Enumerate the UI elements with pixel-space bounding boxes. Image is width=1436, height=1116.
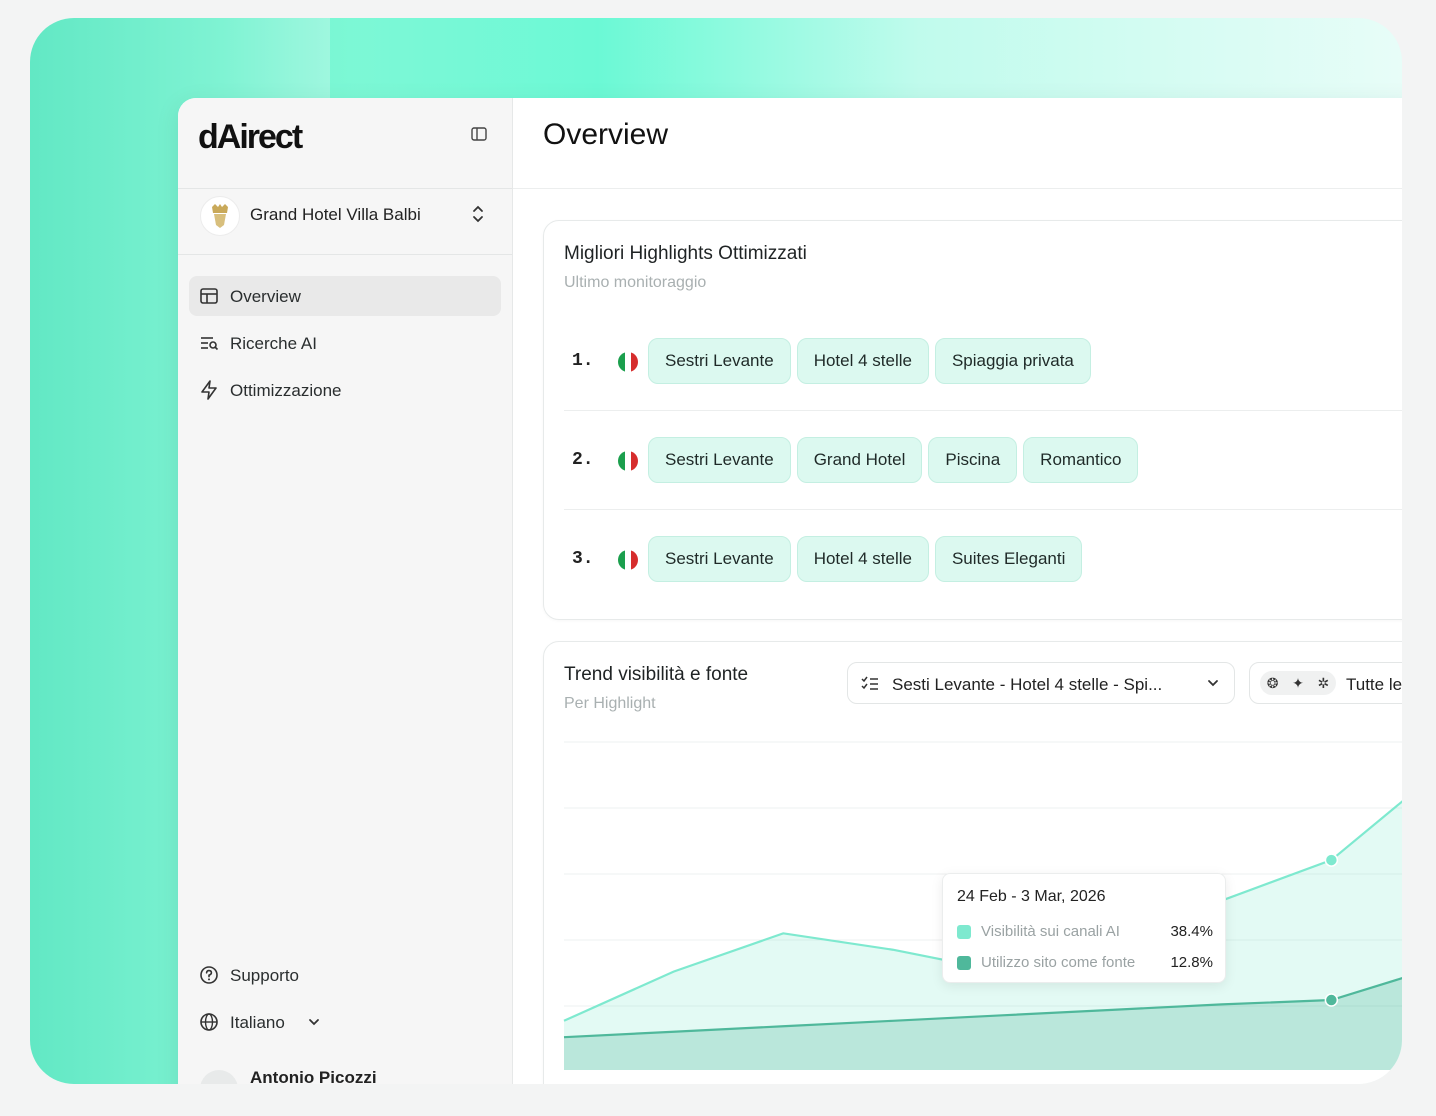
divider (564, 509, 1402, 510)
sidebar-item-ricerche-ai[interactable]: Ricerche AI (189, 323, 501, 363)
support-link[interactable]: Supporto (189, 955, 501, 995)
rank-number: 3. (572, 549, 594, 569)
globe-icon (200, 1013, 218, 1031)
language-label: Italiano (230, 1013, 285, 1032)
hotel-name: Grand Hotel Villa Balbi (250, 205, 421, 224)
tooltip-row: Utilizzo sito come fonte 12.8% (957, 953, 1213, 973)
trend-chart (563, 741, 1402, 1070)
tooltip-label: Utilizzo sito come fonte (981, 954, 1136, 971)
screenshot-frame: dAirect Grand Hotel Villa Balbi Overview… (30, 18, 1402, 1084)
chevron-down-icon (309, 1019, 319, 1026)
sidebar-item-label: Ricerche AI (230, 334, 317, 353)
avatar[interactable] (200, 1070, 238, 1084)
highlight-tag[interactable]: Spiaggia privata (934, 338, 1091, 384)
sidebar-item-ottimizzazione[interactable]: Ottimizzazione (189, 370, 501, 410)
highlight-tag[interactable]: Romantico (1023, 437, 1139, 483)
italy-flag-icon (618, 451, 638, 471)
highlight-row: 3. Sestri Levante Hotel 4 stelle Suites … (564, 535, 1402, 585)
hotel-switcher[interactable]: Grand Hotel Villa Balbi (200, 196, 500, 236)
trend-card: Trend visibilità e fonte Per Highlight S… (543, 641, 1402, 1084)
hotel-crest-icon (200, 196, 240, 236)
user-name[interactable]: Antonio Picozzi (250, 1068, 377, 1084)
sidebar-item-overview[interactable]: Overview (189, 276, 501, 316)
highlight-tag[interactable]: Sestri Levante (648, 338, 791, 384)
divider (178, 188, 512, 189)
divider (178, 254, 512, 255)
help-circle-icon (200, 966, 218, 984)
lightning-icon (201, 380, 217, 400)
highlights-card: Migliori Highlights Ottimizzati Ultimo m… (543, 220, 1402, 620)
highlight-tag[interactable]: Sestri Levante (648, 437, 791, 483)
highlight-tag[interactable]: Grand Hotel (796, 437, 923, 483)
chevron-up-down-icon (473, 205, 483, 223)
search-list-icon (201, 337, 219, 351)
legend-swatch (957, 956, 971, 970)
highlight-tag[interactable]: Hotel 4 stelle (796, 536, 929, 582)
app-logo: dAirect (198, 118, 303, 156)
tooltip-value: 38.4% (1170, 923, 1213, 940)
chart-tooltip: 24 Feb - 3 Mar, 2026 Visibilità sui cana… (942, 873, 1226, 983)
highlight-tag[interactable]: Hotel 4 stelle (796, 338, 929, 384)
layout-icon (200, 288, 218, 304)
data-point[interactable] (1324, 993, 1339, 1007)
main-content: Overview Migliori Highlights Ottimizzati… (513, 98, 1402, 1084)
highlight-tag[interactable]: Piscina (928, 437, 1018, 483)
language-selector[interactable]: Italiano (189, 1002, 501, 1042)
highlight-row: 1. Sestri Levante Hotel 4 stelle Spiaggi… (564, 337, 1402, 387)
tooltip-row: Visibilità sui canali AI 38.4% (957, 922, 1213, 942)
data-point[interactable] (1324, 853, 1339, 867)
page-title: Overview (543, 118, 669, 151)
tooltip-title: 24 Feb - 3 Mar, 2026 (957, 888, 1106, 905)
highlight-row: 2. Sestri Levante Grand Hotel Piscina Ro… (564, 436, 1402, 486)
sidebar-item-label: Ottimizzazione (230, 381, 342, 400)
italy-flag-icon (618, 352, 638, 372)
divider (564, 410, 1402, 411)
card-title: Migliori Highlights Ottimizzati (564, 243, 807, 264)
sidebar-toggle-icon[interactable] (471, 126, 487, 142)
highlight-tag[interactable]: Suites Eleganti (934, 536, 1083, 582)
app-window: dAirect Grand Hotel Villa Balbi Overview… (178, 98, 1402, 1084)
legend-swatch (957, 925, 971, 939)
card-subtitle: Ultimo monitoraggio (564, 274, 707, 291)
tooltip-value: 12.8% (1170, 954, 1213, 971)
rank-number: 2. (572, 450, 594, 470)
highlight-tag[interactable]: Sestri Levante (648, 536, 791, 582)
sidebar: dAirect Grand Hotel Villa Balbi Overview… (178, 98, 513, 1084)
support-label: Supporto (230, 966, 299, 985)
sidebar-item-label: Overview (230, 287, 301, 306)
divider (513, 188, 1402, 189)
italy-flag-icon (618, 550, 638, 570)
tooltip-label: Visibilità sui canali AI (981, 923, 1120, 940)
rank-number: 1. (572, 351, 594, 371)
